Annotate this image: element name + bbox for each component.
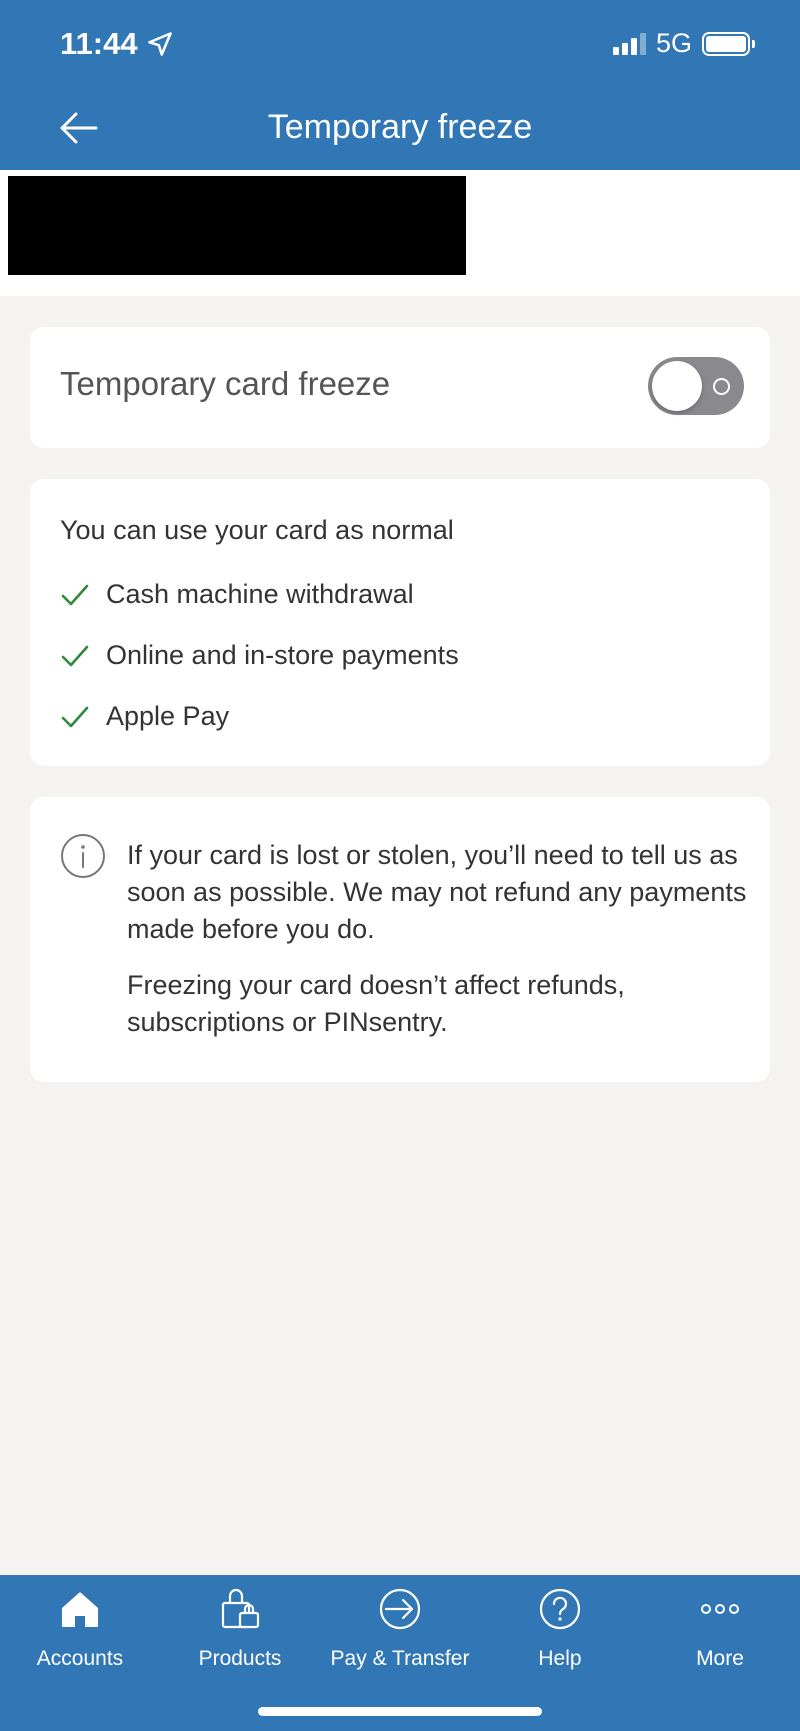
check-icon (61, 706, 89, 727)
info-text: If your card is lost or stolen, you’ll n… (127, 837, 747, 1041)
status-indicators: 5G (612, 28, 755, 59)
tab-bar: Accounts Products Pay & Transfer Help Mo… (0, 1575, 800, 1731)
account-summary (0, 170, 800, 296)
check-icon (61, 584, 89, 605)
status-time-text: 11:44 (60, 26, 138, 61)
toggle-knob (652, 361, 702, 411)
usage-item-label: Cash machine withdrawal (106, 579, 414, 609)
tab-label: More (696, 1647, 744, 1670)
info-card: If your card is lost or stolen, you’ll n… (30, 797, 770, 1082)
home-indicator (258, 1707, 542, 1716)
page-title: Temporary freeze (267, 108, 533, 146)
tab-label: Help (538, 1647, 582, 1670)
tab-label: Pay & Transfer (330, 1647, 470, 1670)
freeze-label: Temporary card freeze (60, 365, 391, 402)
toggle-off-icon (713, 378, 730, 395)
freeze-setting-card: Temporary card freeze (30, 327, 770, 448)
redacted-account-info (8, 176, 466, 275)
usage-item-label: Apple Pay (106, 701, 230, 731)
usage-item: Online and in-store payments (60, 640, 459, 671)
card-usage-card: You can use your card as normal Cash mac… (30, 479, 770, 766)
usage-item: Cash machine withdrawal (60, 579, 414, 610)
info-paragraph: Freezing your card doesn’t affect refund… (127, 970, 625, 1037)
tab-products[interactable]: Products (160, 1575, 320, 1685)
battery-icon (702, 31, 755, 56)
home-icon (62, 1592, 98, 1627)
more-dots-icon (701, 1604, 739, 1614)
tab-label: Products (198, 1647, 282, 1670)
tab-help[interactable]: Help (480, 1575, 640, 1685)
freeze-toggle[interactable] (648, 357, 744, 415)
tab-more[interactable]: More (640, 1575, 800, 1685)
location-arrow-icon (147, 32, 172, 56)
tab-pay-transfer[interactable]: Pay & Transfer (320, 1575, 480, 1685)
arrow-circle-icon (379, 1588, 421, 1630)
usage-heading: You can use your card as normal (60, 515, 454, 545)
usage-item-label: Online and in-store payments (106, 640, 459, 670)
network-label: 5G (655, 28, 692, 58)
tab-label: Accounts (36, 1647, 124, 1670)
signal-icon (612, 32, 646, 55)
usage-item: Apple Pay (60, 701, 229, 732)
info-paragraph: If your card is lost or stolen, you’ll n… (127, 840, 747, 944)
question-circle-icon (539, 1588, 581, 1630)
tab-accounts[interactable]: Accounts (0, 1575, 160, 1685)
check-icon (61, 645, 89, 666)
info-icon (61, 834, 105, 878)
status-time: 11:44 (60, 26, 174, 62)
top-bar: 11:44 5G Temporary freeze (0, 0, 800, 170)
shopping-bag-icon (221, 1588, 260, 1629)
